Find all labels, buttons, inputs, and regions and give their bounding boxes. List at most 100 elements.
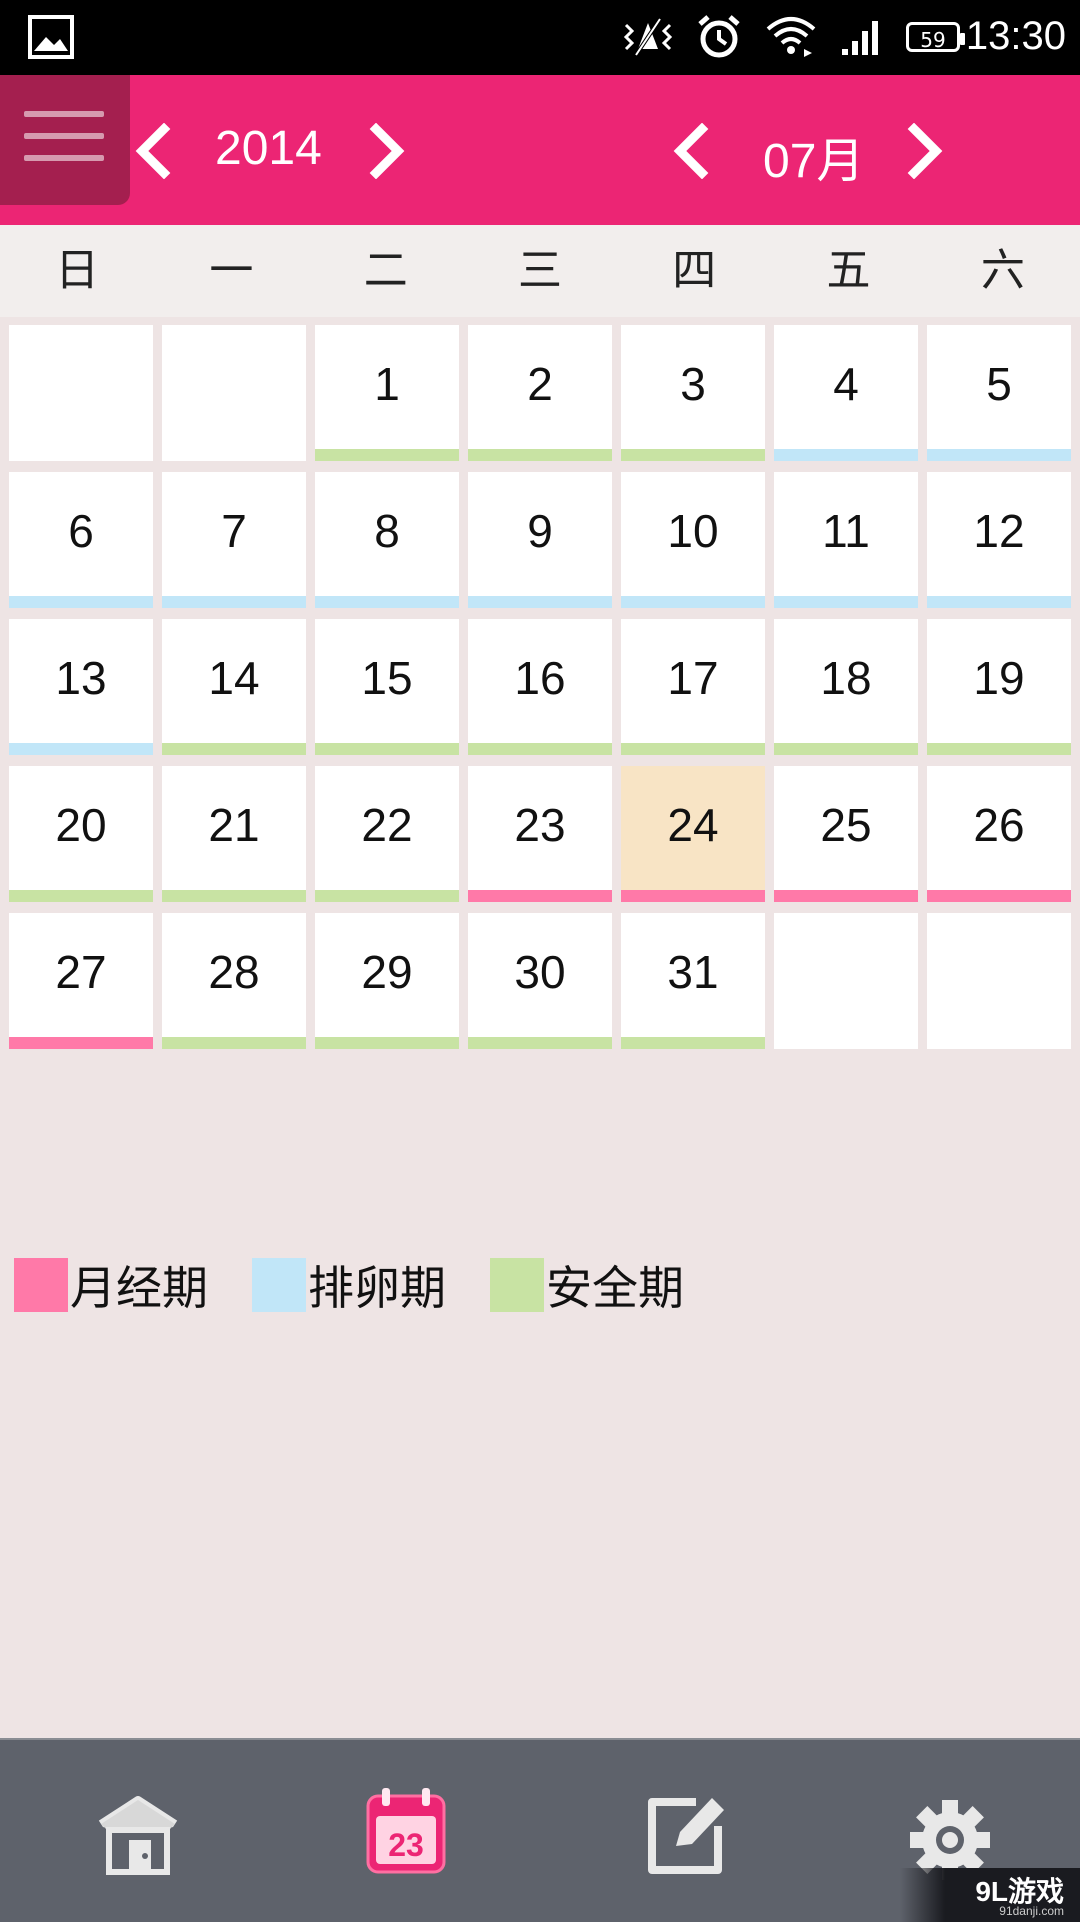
day-number: 10 <box>667 505 719 557</box>
calendar-day-27[interactable]: 27 <box>9 913 153 1049</box>
calendar-day-5[interactable]: 5 <box>927 325 1071 461</box>
calendar-day-29[interactable]: 29 <box>315 913 459 1049</box>
phase-indicator-safe <box>9 890 153 902</box>
phase-indicator-ovulation <box>774 449 918 461</box>
weekday-label: 四 <box>672 245 717 296</box>
phase-indicator-safe <box>621 743 765 755</box>
menu-icon <box>24 111 104 177</box>
phase-indicator-period <box>9 1037 153 1049</box>
calendar-day-13[interactable]: 13 <box>9 619 153 755</box>
status-icons: 59 <box>622 14 965 60</box>
calendar-day-3[interactable]: 3 <box>621 325 765 461</box>
calendar-day-23[interactable]: 23 <box>468 766 612 902</box>
legend-label: 排卵期 <box>308 1261 446 1315</box>
calendar-day-28[interactable]: 28 <box>162 913 306 1049</box>
calendar-day-30[interactable]: 30 <box>468 913 612 1049</box>
day-number: 7 <box>221 505 247 557</box>
day-number: 20 <box>55 799 107 851</box>
calendar-empty-cell <box>927 913 1071 1049</box>
phase-indicator-period <box>621 890 765 902</box>
calendar-day-18[interactable]: 18 <box>774 619 918 755</box>
legend-label: 月经期 <box>70 1261 208 1315</box>
calendar-day-25[interactable]: 25 <box>774 766 918 902</box>
calendar-day-14[interactable]: 14 <box>162 619 306 755</box>
calendar-tab[interactable]: 23 <box>364 1786 448 1876</box>
edit-tab[interactable] <box>640 1790 730 1880</box>
calendar-empty-cell <box>774 913 918 1049</box>
calendar-day-1[interactable]: 1 <box>315 325 459 461</box>
calendar-day-26[interactable]: 26 <box>927 766 1071 902</box>
legend-item-safe: 安全期 <box>490 1252 684 1318</box>
calendar-day-19[interactable]: 19 <box>927 619 1071 755</box>
bottom-tab-bar: 23 9L游戏 91danji.com <box>0 1738 1080 1922</box>
settings-tab[interactable] <box>905 1790 995 1880</box>
weekday-row: 日一二三四五六 <box>0 225 1080 317</box>
calendar-day-6[interactable]: 6 <box>9 472 153 608</box>
calendar-day-22[interactable]: 22 <box>315 766 459 902</box>
day-number: 11 <box>822 505 870 557</box>
calendar-day-11[interactable]: 11 <box>774 472 918 608</box>
prev-year-button[interactable] <box>128 123 178 179</box>
phase-indicator-safe <box>468 1037 612 1049</box>
phase-indicator-safe <box>315 1037 459 1049</box>
next-month-button[interactable] <box>900 123 950 179</box>
phase-indicator-safe <box>621 449 765 461</box>
status-time: 13:30 <box>965 14 1066 58</box>
phase-indicator-ovulation <box>621 596 765 608</box>
wifi-icon <box>766 17 816 57</box>
phase-indicator-safe <box>927 743 1071 755</box>
calendar-day-15[interactable]: 15 <box>315 619 459 755</box>
phase-indicator-period <box>927 890 1071 902</box>
calendar-empty-cell <box>162 325 306 461</box>
calendar-day-4[interactable]: 4 <box>774 325 918 461</box>
calendar-day-16[interactable]: 16 <box>468 619 612 755</box>
calendar-day-2[interactable]: 2 <box>468 325 612 461</box>
phase-indicator-safe <box>468 449 612 461</box>
phase-indicator-ovulation <box>927 596 1071 608</box>
day-number: 25 <box>820 799 872 851</box>
next-year-button[interactable] <box>362 123 412 179</box>
year-label: 2014 <box>215 122 322 175</box>
month-label: 07月 <box>763 135 865 188</box>
watermark-url: 91danji.com <box>999 1904 1064 1918</box>
prev-month-button[interactable] <box>666 123 716 179</box>
day-number: 3 <box>680 358 706 410</box>
phase-indicator-safe <box>315 890 459 902</box>
weekday-label: 六 <box>980 245 1025 296</box>
calendar-day-21[interactable]: 21 <box>162 766 306 902</box>
day-number: 1 <box>374 358 400 410</box>
day-number: 17 <box>667 652 719 704</box>
calendar-day-12[interactable]: 12 <box>927 472 1071 608</box>
day-number: 6 <box>68 505 94 557</box>
day-number: 26 <box>973 799 1025 851</box>
vibrate-icon <box>623 17 673 57</box>
calendar-day-31[interactable]: 31 <box>621 913 765 1049</box>
calendar-icon: 23 <box>366 1788 446 1874</box>
calendar-badge: 23 <box>388 1827 424 1863</box>
weekday-label: 五 <box>826 245 871 296</box>
calendar-day-9[interactable]: 9 <box>468 472 612 608</box>
day-number: 16 <box>514 652 566 704</box>
home-tab[interactable] <box>93 1790 183 1880</box>
legend-swatch <box>490 1258 544 1312</box>
phase-indicator-safe <box>162 743 306 755</box>
phase-indicator-ovulation <box>927 449 1071 461</box>
menu-button[interactable] <box>0 75 130 205</box>
calendar-day-17[interactable]: 17 <box>621 619 765 755</box>
weekday-label: 三 <box>517 245 562 296</box>
day-number: 8 <box>374 505 400 557</box>
calendar-day-20[interactable]: 20 <box>9 766 153 902</box>
battery-indicator: 59 <box>906 22 965 52</box>
calendar-day-7[interactable]: 7 <box>162 472 306 608</box>
day-number: 19 <box>973 652 1025 704</box>
phase-indicator-safe <box>468 743 612 755</box>
watermark: 9L游戏 91danji.com <box>900 1868 1080 1922</box>
day-number: 4 <box>833 358 859 410</box>
day-number: 13 <box>55 652 107 704</box>
calendar-day-10[interactable]: 10 <box>621 472 765 608</box>
calendar-day-8[interactable]: 8 <box>315 472 459 608</box>
phase-indicator-period <box>774 890 918 902</box>
phase-indicator-ovulation <box>315 596 459 608</box>
calendar-day-24[interactable]: 24 <box>621 766 765 902</box>
phase-indicator-ovulation <box>9 743 153 755</box>
